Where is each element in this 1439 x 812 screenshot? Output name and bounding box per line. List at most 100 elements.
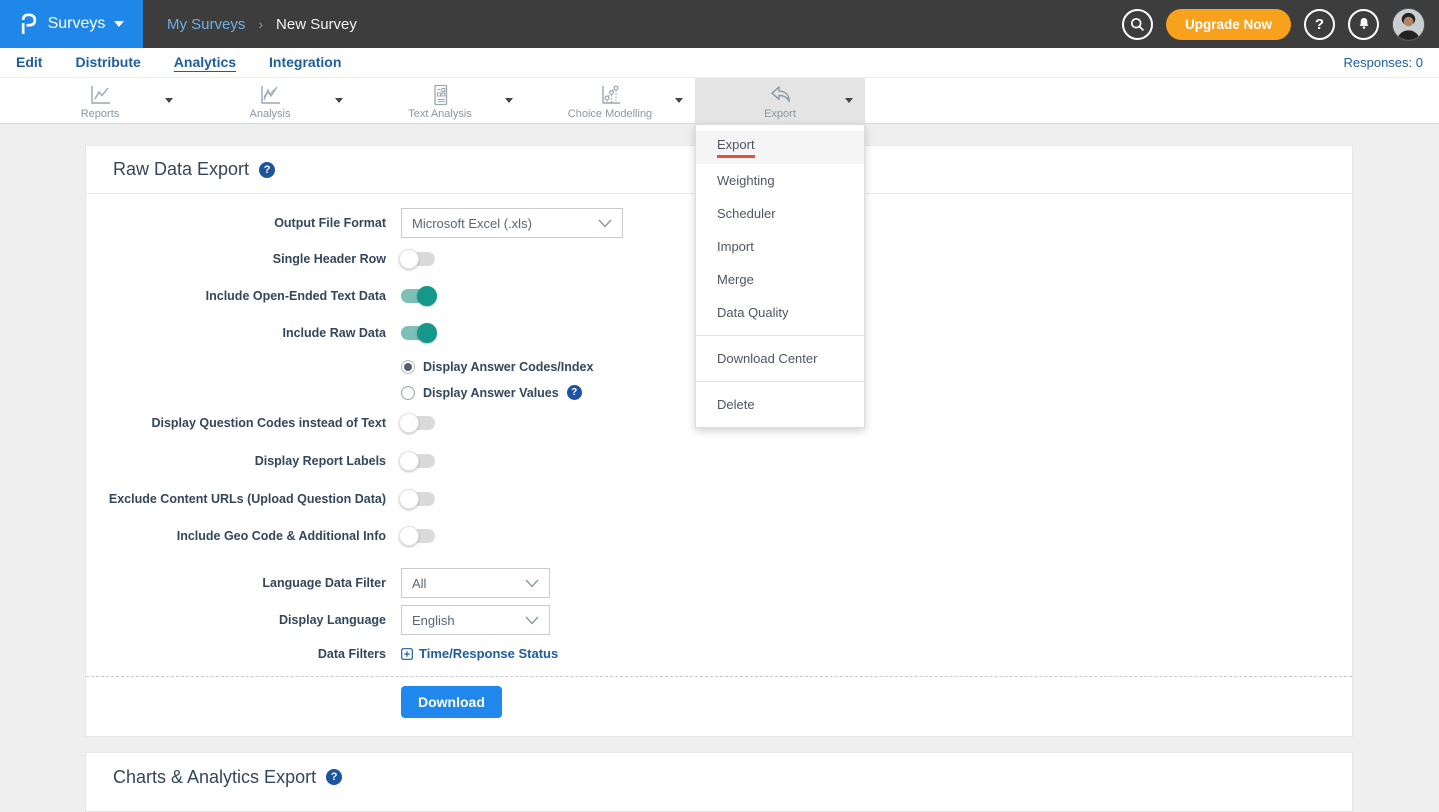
multi-line-chart-icon [257,83,283,107]
menu-item-merge[interactable]: Merge [696,263,864,296]
question-mark-icon: ? [1315,16,1324,33]
language-filter-select[interactable]: All [401,568,550,598]
share-arrow-icon [767,83,793,107]
chevron-down-icon [598,219,612,228]
menu-divider [696,335,864,336]
answer-values-help-icon[interactable]: ? [567,385,582,400]
exclude-urls-label: Exclude Content URLs (Upload Question Da… [86,492,386,506]
menu-item-delete[interactable]: Delete [696,388,864,421]
export-dropdown-menu: Export Weighting Scheduler Import Merge … [695,124,865,428]
include-open-ended-toggle[interactable] [401,289,435,303]
display-language-select[interactable]: English [401,605,550,635]
toolbar-analysis-button[interactable]: Analysis [185,78,355,124]
upgrade-now-button[interactable]: Upgrade Now [1166,9,1291,40]
report-labels-toggle[interactable] [401,454,435,468]
search-icon [1129,16,1146,33]
toolbar-reports-label: Reports [81,108,120,120]
menu-item-export[interactable]: Export [696,131,864,164]
time-response-status-link[interactable]: Time/Response Status [401,646,558,661]
question-codes-toggle[interactable] [401,416,435,430]
raw-data-export-help-icon[interactable]: ? [259,162,275,178]
raw-data-label: Include Raw Data [86,326,386,340]
toolbar-text-analysis-button[interactable]: Text Analysis [355,78,525,124]
tab-analytics[interactable]: Analytics [174,54,236,71]
line-chart-icon [87,83,113,107]
question-codes-label: Display Question Codes instead of Text [86,416,386,430]
user-avatar[interactable] [1392,8,1425,41]
export-dropdown-caret[interactable] [845,98,853,103]
breadcrumb-my-surveys[interactable]: My Surveys [167,16,245,33]
data-filters-label: Data Filters [86,647,386,661]
search-button[interactable] [1122,9,1153,40]
answer-codes-radio[interactable] [401,360,415,374]
bell-icon [1356,16,1372,32]
analytics-toolbar: Reports Analysis Text Analysis [0,78,1439,124]
breadcrumb: My Surveys › New Survey [167,16,357,33]
answer-values-radio-label: Display Answer Values [423,386,559,400]
open-ended-label: Include Open-Ended Text Data [86,289,386,303]
scatter-chart-icon [597,83,623,107]
reports-dropdown-caret[interactable] [165,98,173,103]
document-grid-icon [428,83,452,107]
menu-item-import[interactable]: Import [696,230,864,263]
analysis-dropdown-caret[interactable] [335,98,343,103]
geo-code-row: Include Geo Code & Additional Info [86,529,1352,543]
output-file-format-label: Output File Format [86,216,386,230]
display-language-label: Display Language [86,613,386,627]
single-header-row-label: Single Header Row [86,252,386,266]
toolbar-choice-modelling-button[interactable]: Choice Modelling [525,78,695,124]
geo-code-toggle[interactable] [401,529,435,543]
chevron-down-icon [114,21,124,27]
questionpro-logo-icon [19,11,39,37]
menu-item-download-center[interactable]: Download Center [696,342,864,375]
toolbar-analysis-label: Analysis [250,108,291,120]
menu-item-scheduler[interactable]: Scheduler [696,197,864,230]
tab-edit[interactable]: Edit [16,54,42,71]
choice-modelling-dropdown-caret[interactable] [675,98,683,103]
charts-export-title: Charts & Analytics Export [113,767,316,788]
avatar-image [1393,9,1424,40]
report-labels-row: Display Report Labels [86,454,1352,468]
toolbar-export-button[interactable]: Export [695,78,865,124]
menu-item-weighting[interactable]: Weighting [696,164,864,197]
toolbar-reports-button[interactable]: Reports [15,78,185,124]
help-button[interactable]: ? [1304,9,1335,40]
menu-divider [696,381,864,382]
menu-item-data-quality[interactable]: Data Quality [696,296,864,329]
charts-analytics-export-card: Charts & Analytics Export ? [85,752,1353,812]
display-language-row: Display Language English [86,605,1352,635]
chevron-down-icon [525,579,539,588]
single-header-row-toggle[interactable] [401,252,435,266]
geo-code-label: Include Geo Code & Additional Info [86,529,386,543]
tab-integration[interactable]: Integration [269,54,341,71]
toolbar-text-analysis-label: Text Analysis [408,108,472,120]
answer-codes-option: Display Answer Codes/Index [401,360,1352,374]
breadcrumb-separator: › [258,16,263,32]
answer-codes-radio-label: Display Answer Codes/Index [423,360,593,374]
survey-nav: Edit Distribute Analytics Integration Re… [0,48,1439,78]
charts-analytics-export-header: Charts & Analytics Export ? [86,753,1352,801]
language-filter-row: Language Data Filter All [86,568,1352,598]
output-file-format-select[interactable]: Microsoft Excel (.xls) [401,208,623,238]
answer-values-radio[interactable] [401,386,415,400]
exclude-urls-toggle[interactable] [401,492,435,506]
report-labels-label: Display Report Labels [86,454,386,468]
charts-export-help-icon[interactable]: ? [326,769,342,785]
product-name: Surveys [48,15,106,33]
data-filters-row: Data Filters Time/Response Status [86,646,1352,661]
product-switcher[interactable]: Surveys [0,0,143,48]
text-analysis-dropdown-caret[interactable] [505,98,513,103]
language-filter-label: Language Data Filter [86,576,386,590]
notifications-button[interactable] [1348,9,1379,40]
chevron-down-icon [525,616,539,625]
include-raw-data-toggle[interactable] [401,326,435,340]
page-title: Raw Data Export [113,159,249,180]
topbar-actions: Upgrade Now ? [1122,8,1439,41]
download-button[interactable]: Download [401,686,502,718]
top-bar: Surveys My Surveys › New Survey Upgrade … [0,0,1439,48]
responses-count: Responses: 0 [1344,55,1424,70]
toolbar-choice-modelling-label: Choice Modelling [568,108,652,120]
toolbar-export-label: Export [764,108,796,120]
plus-square-icon [401,648,413,660]
tab-distribute[interactable]: Distribute [75,54,140,71]
